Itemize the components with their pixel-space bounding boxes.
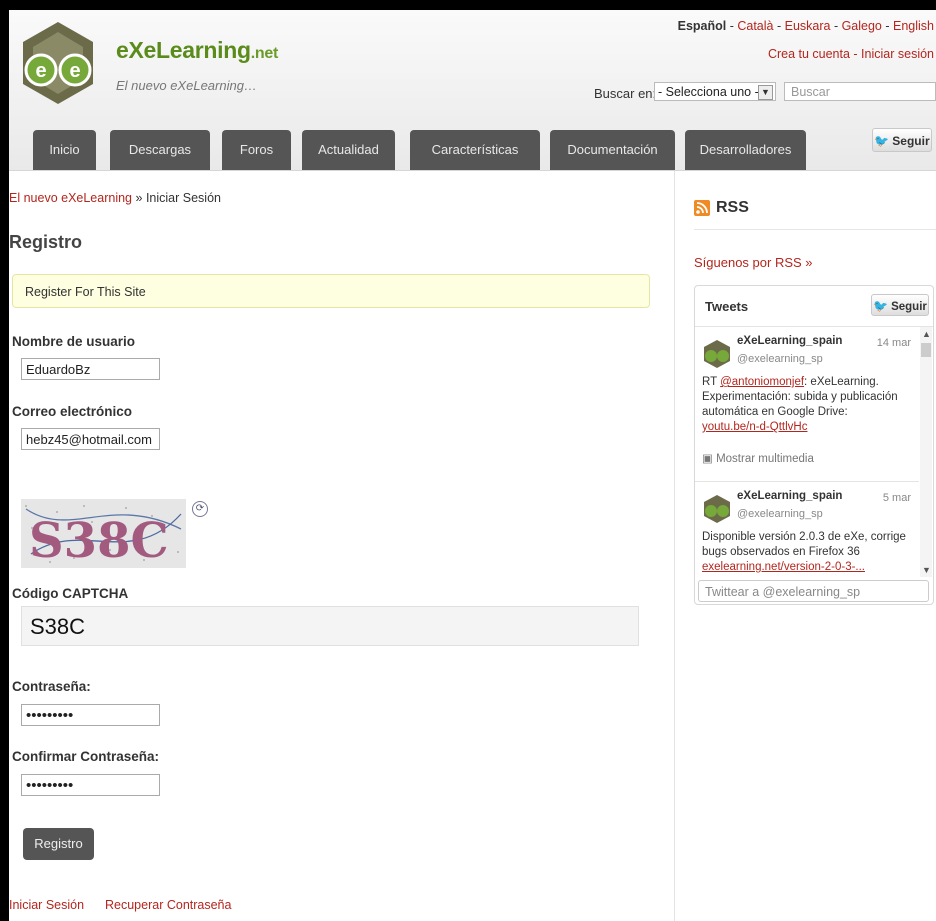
show-media-link[interactable]: ▣ Mostrar multimedia [702,451,814,465]
confirm-password-field[interactable]: ••••••••• [21,774,160,796]
tweet-link[interactable]: youtu.be/n-d-QttlvHc [702,421,807,433]
tweet-item[interactable]: eXeLearning_spain @exelearning_sp 5 mar … [695,482,919,578]
recover-password-link[interactable]: Recuperar Contraseña [105,898,231,912]
svg-text:e: e [69,60,80,82]
tweet-rt-prefix: RT [702,376,721,388]
language-current: Español [677,19,727,33]
chevron-down-icon[interactable]: ▼ [922,565,931,575]
tweet-body: Disponible versión 2.0.3 de eXe, corrige… [702,531,906,558]
password-label: Contraseña: [12,679,91,694]
tab-actualidad[interactable]: Actualidad [302,130,395,170]
search-input[interactable]: Buscar [784,82,936,101]
breadcrumb-current: Iniciar Sesión [145,191,221,205]
browser-page: e e eXeLearning.net El nuevo eXeLearning… [9,10,936,921]
login-footer-link[interactable]: Iniciar Sesión [9,898,84,912]
tweet-mention-link[interactable]: @antoniomonjef [720,376,804,388]
tweet-author[interactable]: eXeLearning_spain [737,490,842,502]
avatar[interactable] [702,494,732,524]
username-label: Nombre de usuario [12,334,136,349]
language-link-en[interactable]: English [893,19,934,33]
captcha-refresh-icon[interactable]: ⟳ [192,501,208,517]
tab-desarrolladores[interactable]: Desarrolladores [685,130,806,170]
email-label: Correo electrónico [12,404,133,419]
site-name-text: eXeLearning [116,37,251,63]
tweet-item[interactable]: eXeLearning_spain @exelearning_sp 14 mar… [695,327,919,470]
avatar[interactable] [702,339,732,369]
tweet-compose-input[interactable]: Twittear a @exelearning_sp [698,580,929,602]
twitter-widget-title: Tweets [705,299,749,314]
confirm-password-label: Confirmar Contraseña: [12,749,160,764]
site-header: e e eXeLearning.net El nuevo eXeLearning… [9,10,936,171]
twitter-widget-follow-label: Seguir [891,301,927,313]
language-link-eu[interactable]: Euskara [785,19,831,33]
tweet-handle[interactable]: @exelearning_sp [737,508,823,520]
rss-title: RSS [716,199,749,216]
search-scope-value: - Selecciona uno - [658,85,759,99]
captcha-field[interactable]: S38C [21,606,639,646]
captcha-label: Código CAPTCHA [12,586,129,601]
tab-caracteristicas[interactable]: Características [410,130,540,170]
tweets-scrollbar[interactable]: ▲ ▼ [920,327,932,577]
language-link-ca[interactable]: Català [737,19,773,33]
tab-documentacion[interactable]: Documentación [550,130,675,170]
breadcrumb-separator: » [135,191,143,205]
create-account-link[interactable]: Crea tu cuenta [768,47,850,61]
twitter-bird-icon: 🐦 [874,134,890,148]
scrollbar-thumb[interactable] [921,343,931,357]
twitter-widget-follow-button[interactable]: 🐦 Seguir [871,294,929,316]
tweet-text: Disponible versión 2.0.3 de eXe, corrige… [702,530,912,575]
password-field[interactable]: ••••••••• [21,704,160,726]
page-title: Registro [9,232,83,252]
rss-follow-link[interactable]: Síguenos por RSS » [694,255,813,270]
tab-descargas[interactable]: Descargas [110,130,210,170]
account-links: Crea tu cuenta - Iniciar sesión [767,47,934,61]
tab-inicio[interactable]: Inicio [33,130,96,170]
captcha-text: S38C [29,513,169,568]
rss-icon [694,200,710,216]
rss-divider [694,229,936,230]
search-scope-select[interactable]: - Selecciona uno - ▼ [654,82,776,101]
show-media-label: Mostrar multimedia [716,453,814,465]
captcha-image: S38C [21,499,186,568]
email-field[interactable]: hebz45@hotmail.com [21,428,160,450]
breadcrumb-home-link[interactable]: El nuevo eXeLearning [9,191,132,205]
language-link-gl[interactable]: Galego [842,19,882,33]
site-name-suffix: .net [250,45,279,62]
site-slogan: El nuevo eXeLearning… [116,78,257,93]
media-icon: ▣ [702,453,717,465]
chevron-down-icon[interactable]: ▼ [758,85,773,100]
chevron-up-icon[interactable]: ▲ [922,329,931,339]
svg-text:e: e [35,60,46,82]
twitter-bird-icon: 🐦 [873,299,889,313]
tweet-handle[interactable]: @exelearning_sp [737,353,823,365]
exelearning-logo[interactable]: e e [19,18,97,108]
tweet-link[interactable]: exelearning.net/version-2-0-3-... [702,561,865,573]
tweet-text: RT @antoniomonjef: eXeLearning. Experime… [702,375,912,435]
twitter-follow-button[interactable]: 🐦 Seguir [872,128,932,152]
language-switcher: Español - Català - Euskara - Galego - En… [677,19,934,33]
login-link[interactable]: Iniciar sesión [861,47,934,61]
twitter-widget-header: Tweets 🐦 Seguir [695,286,933,327]
tab-foros[interactable]: Foros [222,130,291,170]
tweet-date[interactable]: 5 mar [883,492,911,504]
twitter-widget: Tweets 🐦 Seguir eXeLearning_spain @exelea… [694,285,934,605]
register-button[interactable]: Registro [23,828,94,860]
tweet-date[interactable]: 14 mar [877,337,911,349]
register-notice: Register For This Site [12,274,650,308]
search-label: Buscar en: [594,86,657,101]
tweet-author[interactable]: eXeLearning_spain [737,335,842,347]
username-field[interactable]: EduardoBz [21,358,160,380]
seguir-label: Seguir [892,134,930,148]
site-name[interactable]: eXeLearning.net [116,37,278,64]
breadcrumb: El nuevo eXeLearning » Iniciar Sesión [9,191,221,205]
